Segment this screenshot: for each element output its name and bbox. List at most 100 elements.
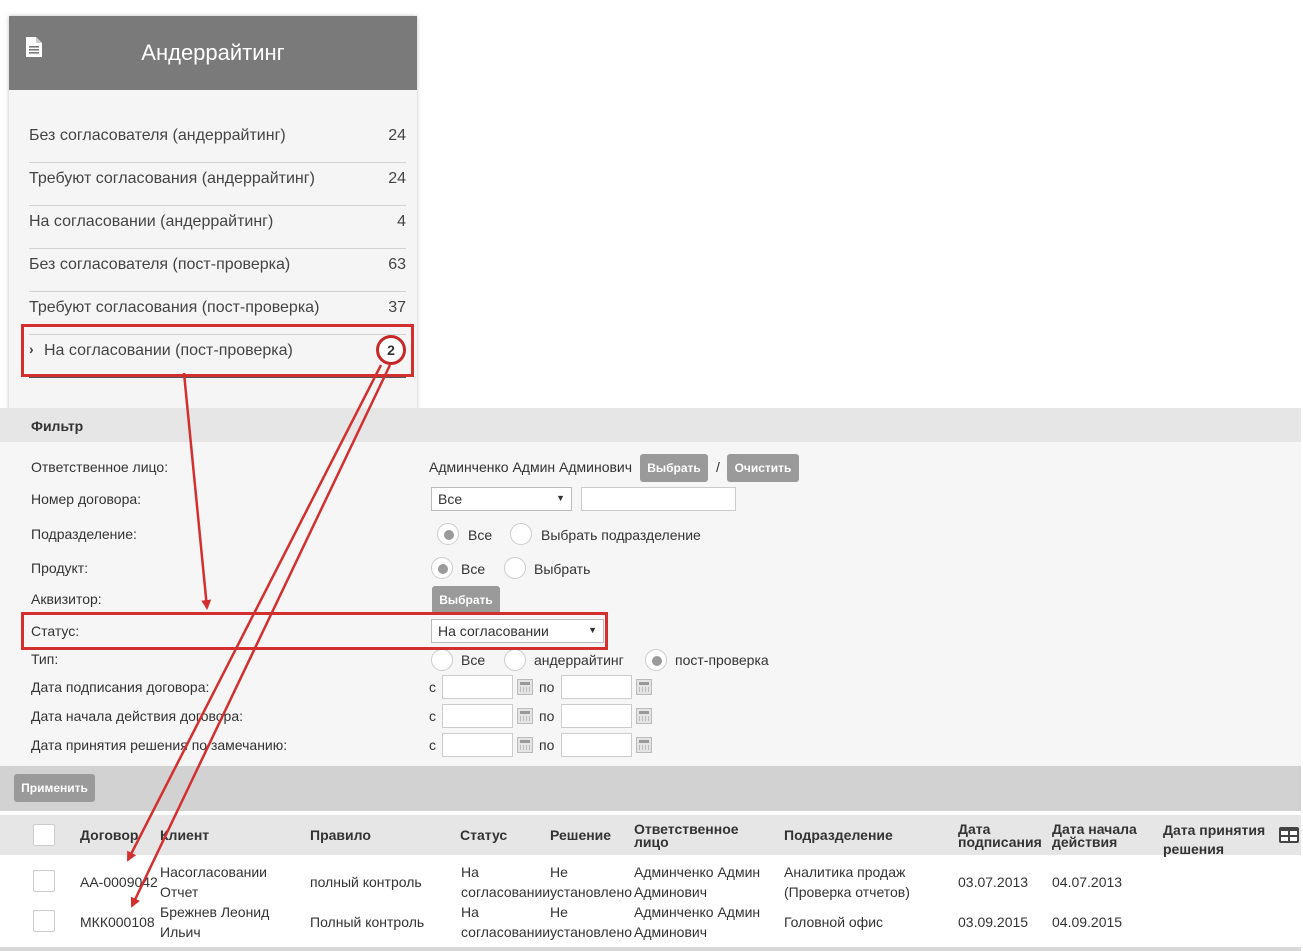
highlight-box-widget-item: [21, 324, 414, 377]
cell-status: На согласовании: [461, 904, 551, 940]
division-label: Подразделение:: [31, 526, 137, 542]
contract-number-select[interactable]: Все ▼: [431, 487, 572, 511]
widget-item[interactable]: Без согласователя (пост-проверка) 63: [29, 249, 406, 292]
apply-bar: Применить: [0, 766, 1301, 811]
col-decision-date[interactable]: Дата принятия решения: [1163, 821, 1273, 859]
product-select-radio[interactable]: [504, 557, 526, 579]
product-all-label: Все: [461, 561, 486, 577]
division-all-radio[interactable]: [437, 523, 459, 545]
row-checkbox[interactable]: [33, 870, 55, 892]
widget-item-label: Без согласователя (андеррайтинг): [29, 127, 286, 144]
widget-item-count: 24: [388, 127, 406, 144]
widget-item-count: 24: [388, 170, 406, 187]
cell-decision: Не установлено: [550, 904, 632, 940]
responsible-select-button[interactable]: Выбрать: [640, 454, 708, 482]
contract-number-select-value: Все: [438, 491, 463, 507]
cell-contract[interactable]: МКК000108: [80, 912, 155, 932]
highlight-box-status: [21, 612, 608, 650]
row-checkbox[interactable]: [33, 910, 55, 932]
calendar-icon[interactable]: [517, 737, 533, 753]
widget-item[interactable]: На согласовании (андеррайтинг) 4: [29, 206, 406, 249]
start-date-from-input[interactable]: [442, 704, 513, 728]
widget-title: Андеррайтинг: [141, 40, 285, 65]
cell-sign-date: 03.07.2013: [958, 874, 1029, 890]
widget-item-label: Требуют согласования (андеррайтинг): [29, 170, 315, 187]
type-post-check-label: пост-проверка: [675, 652, 769, 668]
product-label: Продукт:: [31, 560, 89, 576]
contract-number-input[interactable]: [581, 487, 736, 511]
count-badge: 2: [376, 335, 406, 365]
decision-date-from-input[interactable]: [442, 733, 513, 757]
start-date-from-label: с: [429, 708, 436, 724]
col-start-date[interactable]: Дата начала действия: [1052, 822, 1152, 849]
col-responsible[interactable]: Ответственное лицо: [634, 822, 774, 849]
cell-client: Брежнев Леонид Ильич: [160, 904, 270, 940]
cell-division: Аналитика продаж (Проверка отчетов): [784, 864, 910, 900]
cell-start-date: 04.09.2015: [1052, 914, 1123, 930]
sign-date-from-input[interactable]: [442, 675, 513, 699]
product-all-radio[interactable]: [431, 557, 453, 579]
table-header: Договор Клиент Правило Статус Решение От…: [0, 815, 1301, 857]
widget-item[interactable]: Без согласователя (андеррайтинг) 24: [29, 120, 406, 163]
acquirer-select-button[interactable]: Выбрать: [432, 586, 500, 614]
widget-item-label: Требуют согласования (пост-проверка): [29, 299, 320, 316]
sign-date-to-label: по: [539, 679, 555, 695]
calendar-icon[interactable]: [636, 737, 652, 753]
start-date-to-input[interactable]: [561, 704, 632, 728]
type-underwriting-radio[interactable]: [504, 649, 526, 671]
table-columns-icon[interactable]: [1279, 827, 1299, 843]
results-table: Договор Клиент Правило Статус Решение От…: [0, 815, 1301, 951]
decision-date-to-label: по: [539, 737, 555, 753]
cell-start-date: 04.07.2013: [1052, 874, 1123, 890]
product-select-label: Выбрать: [534, 561, 591, 577]
cell-rule: полный контроль: [310, 874, 422, 890]
col-status[interactable]: Статус: [460, 828, 507, 842]
widget-item-count: 4: [397, 213, 406, 230]
sign-date-label: Дата подписания договора:: [31, 679, 210, 695]
widget-item-count: 37: [388, 299, 406, 316]
col-contract[interactable]: Договор: [80, 828, 138, 842]
calendar-icon[interactable]: [517, 679, 533, 695]
select-all-checkbox[interactable]: [33, 824, 55, 846]
cell-division: Головной офис: [784, 914, 884, 930]
cell-status: На согласовании: [461, 864, 551, 900]
type-all-label: Все: [461, 652, 486, 668]
decision-date-to-input[interactable]: [561, 733, 632, 757]
widget-item-count: 63: [388, 256, 406, 273]
responsible-clear-button[interactable]: Очистить: [727, 454, 799, 482]
col-division[interactable]: Подразделение: [784, 828, 893, 842]
type-all-radio[interactable]: [431, 649, 453, 671]
cell-rule: Полный контроль: [310, 914, 425, 930]
start-date-label: Дата начала действия договора:: [31, 708, 244, 724]
widget-item[interactable]: Требуют согласования (андеррайтинг) 24: [29, 163, 406, 206]
division-all-label: Все: [468, 527, 493, 543]
col-client[interactable]: Клиент: [160, 828, 209, 842]
widget-item-label: На согласовании (андеррайтинг): [29, 213, 274, 230]
calendar-icon[interactable]: [636, 708, 652, 724]
acquirer-label: Аквизитор:: [31, 591, 102, 607]
sign-date-from-label: с: [429, 679, 436, 695]
sign-date-to-input[interactable]: [561, 675, 632, 699]
decision-date-label: Дата принятия решения по замечанию:: [31, 737, 288, 753]
apply-button[interactable]: Применить: [14, 774, 95, 802]
cell-client: Насогласовании Отчет: [160, 864, 267, 900]
calendar-icon[interactable]: [636, 679, 652, 695]
division-select-radio[interactable]: [510, 523, 532, 545]
widget-item-label: Без согласователя (пост-проверка): [29, 256, 291, 273]
caret-down-icon: ▼: [556, 493, 565, 503]
type-label: Тип:: [31, 651, 59, 667]
calendar-icon[interactable]: [517, 708, 533, 724]
col-decision[interactable]: Решение: [550, 828, 611, 842]
cell-responsible: Админченко Админ Админович: [634, 864, 761, 900]
cell-decision: Не установлено: [550, 864, 632, 900]
type-underwriting-label: андеррайтинг: [534, 652, 624, 668]
contract-number-label: Номер договора:: [31, 491, 142, 507]
division-select-label: Выбрать подразделение: [541, 527, 701, 543]
cell-contract[interactable]: АА-0009042: [80, 872, 158, 892]
type-post-check-radio[interactable]: [645, 649, 667, 671]
widget-header: Андеррайтинг: [9, 16, 417, 90]
col-rule[interactable]: Правило: [310, 828, 371, 842]
separator: /: [716, 459, 720, 475]
cell-responsible: Админченко Админ Админович: [634, 904, 761, 940]
col-sign-date[interactable]: Дата подписания: [958, 822, 1044, 849]
